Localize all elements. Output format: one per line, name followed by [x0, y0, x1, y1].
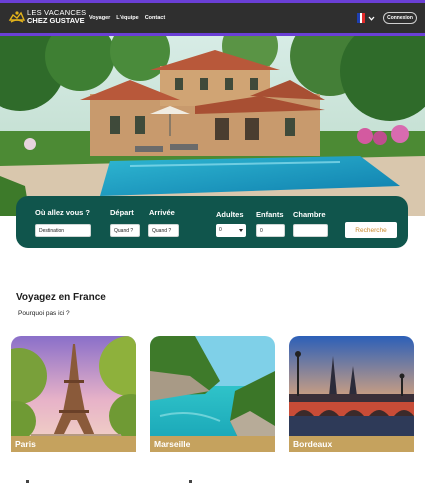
brand-line-2: CHEZ GUSTAVE [27, 16, 85, 25]
depart-date-input[interactable]: Quand ? [110, 224, 140, 237]
flag-france-icon [357, 13, 366, 23]
bordeaux-bridge-image [289, 336, 414, 452]
hero-villa-image [0, 36, 425, 216]
adultes-select[interactable]: 0 [216, 224, 246, 237]
depart-label: Départ [110, 208, 134, 217]
login-button[interactable]: Connexion [383, 12, 417, 24]
language-selector[interactable] [357, 13, 375, 23]
section-subtitle: Pourquoi pas ici ? [18, 310, 70, 317]
enfants-input[interactable]: 0 [256, 224, 285, 237]
nav-link-voyager[interactable]: Voyager [89, 15, 110, 21]
card-label-bordeaux: Bordeaux [289, 436, 414, 452]
enfants-label: Enfants [256, 210, 284, 219]
nav-link-equipe[interactable]: L'équipe [116, 15, 138, 21]
nav-link-contact[interactable]: Contact [145, 15, 165, 21]
destination-input[interactable]: Destination [35, 224, 91, 237]
destination-label: Où allez vous ? [35, 208, 91, 217]
arrivee-label: Arrivée [149, 208, 175, 217]
card-label-paris: Paris [11, 436, 136, 452]
chambre-label: Chambre [293, 210, 326, 219]
destination-card-paris[interactable]: Paris [11, 336, 136, 452]
arrivee-date-input[interactable]: Quand ? [148, 224, 179, 237]
card-label-marseille: Marseille [150, 436, 275, 452]
hero-banner [0, 36, 425, 216]
chambre-input[interactable] [293, 224, 328, 237]
top-navbar: LES VACANCES CHEZ GUSTAVE Voyager L'équi… [0, 0, 425, 36]
paris-eiffel-image [11, 336, 136, 452]
adultes-label: Adultes [216, 210, 244, 219]
main-nav: Voyager L'équipe Contact [89, 15, 165, 21]
section-title: Voyagez en France [16, 292, 106, 303]
adultes-value: 0 [219, 227, 222, 233]
chevron-down-icon [368, 16, 375, 21]
brand-name[interactable]: LES VACANCES CHEZ GUSTAVE [27, 9, 86, 25]
marseille-calanques-image [150, 336, 275, 452]
destination-card-marseille[interactable]: Marseille [150, 336, 275, 452]
search-button[interactable]: Recherche [345, 222, 397, 238]
destination-card-bordeaux[interactable]: Bordeaux [289, 336, 414, 452]
caret-down-icon [239, 229, 243, 232]
sun-logo-icon[interactable] [8, 8, 26, 26]
